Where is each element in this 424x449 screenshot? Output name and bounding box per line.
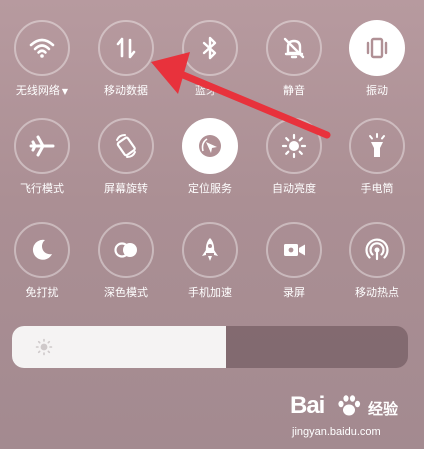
tile-mute[interactable]: 静音 [253, 20, 335, 100]
tile-label: 振动 [366, 84, 388, 97]
dark-mode-toggle[interactable] [98, 222, 154, 278]
tile-auto-brightness[interactable]: 自动亮度 [253, 118, 335, 198]
screen-record-icon [284, 244, 305, 256]
airplane-icon [29, 135, 55, 157]
chevron-down-icon: ▼ [218, 87, 226, 96]
watermark-brand: 经验 [368, 400, 399, 418]
tile-label: 蓝牙 [194, 84, 217, 97]
location-icon [199, 135, 221, 157]
tile-hotspot[interactable]: 移动热点 [336, 222, 418, 302]
tile-label: 手电筒 [360, 182, 394, 195]
tile-phone-boost[interactable]: 手机加速 [169, 222, 251, 302]
hotspot-toggle[interactable] [349, 222, 405, 278]
tile-label: 录屏 [283, 286, 305, 299]
tile-label: 深色模式 [104, 286, 148, 299]
auto-brightness-icon [281, 133, 307, 159]
tile-do-not-disturb[interactable]: 免打扰 [1, 222, 83, 302]
hotspot-icon [365, 238, 389, 261]
tile-screen-record[interactable]: 录屏 [253, 222, 335, 302]
screen-rotation-icon [116, 134, 136, 158]
flashlight-icon [369, 133, 385, 157]
tile-bluetooth[interactable]: 蓝牙 ▼ [169, 20, 251, 100]
tile-airplane[interactable]: 飞行模式 [1, 118, 83, 198]
vibrate-icon [366, 37, 388, 59]
chevron-down-icon: ▼ [61, 87, 69, 96]
tile-label: 无线网络 [15, 84, 60, 97]
mute-toggle[interactable] [266, 20, 322, 76]
tile-label: 移动热点 [355, 286, 399, 299]
paw-logo-icon [338, 395, 361, 416]
rocket-icon [202, 238, 218, 261]
tile-label: 移动数据 [104, 84, 148, 97]
phone-boost-toggle[interactable] [182, 222, 238, 278]
brightness-low-icon [35, 338, 53, 356]
location-toggle[interactable] [182, 118, 238, 174]
tile-label: 屏幕旋转 [104, 182, 148, 195]
tile-label: 手机加速 [188, 286, 232, 299]
bluetooth-toggle[interactable] [182, 20, 238, 76]
screen-record-toggle[interactable] [266, 222, 322, 278]
tile-dark-mode[interactable]: 深色模式 [85, 222, 167, 302]
do-not-disturb-toggle[interactable] [14, 222, 70, 278]
tile-label: 静音 [283, 84, 305, 97]
flashlight-toggle[interactable] [349, 118, 405, 174]
wifi-toggle[interactable] [14, 20, 70, 76]
tile-location[interactable]: 定位服务 [169, 118, 251, 198]
mobile-data-icon [116, 37, 136, 59]
tile-vibrate[interactable]: 振动 [336, 20, 418, 100]
bluetooth-icon [202, 36, 217, 60]
brightness-slider[interactable] [12, 326, 408, 368]
tile-label: 飞行模式 [20, 182, 64, 195]
tile-wifi[interactable]: 无线网络 ▼ [1, 20, 83, 100]
watermark-url: jingyan.baidu.com [292, 426, 381, 438]
dark-mode-icon [114, 242, 137, 258]
tile-label: 自动亮度 [272, 182, 316, 195]
mute-bell-icon [283, 37, 305, 59]
auto-brightness-toggle[interactable] [266, 118, 322, 174]
screen-rotation-toggle[interactable] [98, 118, 154, 174]
moon-icon [32, 239, 52, 260]
tile-mobile-data[interactable]: 移动数据 [85, 20, 167, 100]
vibrate-toggle[interactable] [349, 20, 405, 76]
tile-flashlight[interactable]: 手电筒 [336, 118, 418, 198]
tile-screen-rotation[interactable]: 屏幕旋转 [85, 118, 167, 198]
tile-label: 定位服务 [188, 182, 232, 195]
wifi-icon [29, 38, 55, 58]
watermark-logo-text: Bai [290, 392, 325, 419]
airplane-toggle[interactable] [14, 118, 70, 174]
mobile-data-toggle[interactable] [98, 20, 154, 76]
tile-label: 免打扰 [25, 286, 59, 299]
baidu-jingyan-watermark: Bai 经验 jingyan.baidu.com [290, 392, 414, 444]
